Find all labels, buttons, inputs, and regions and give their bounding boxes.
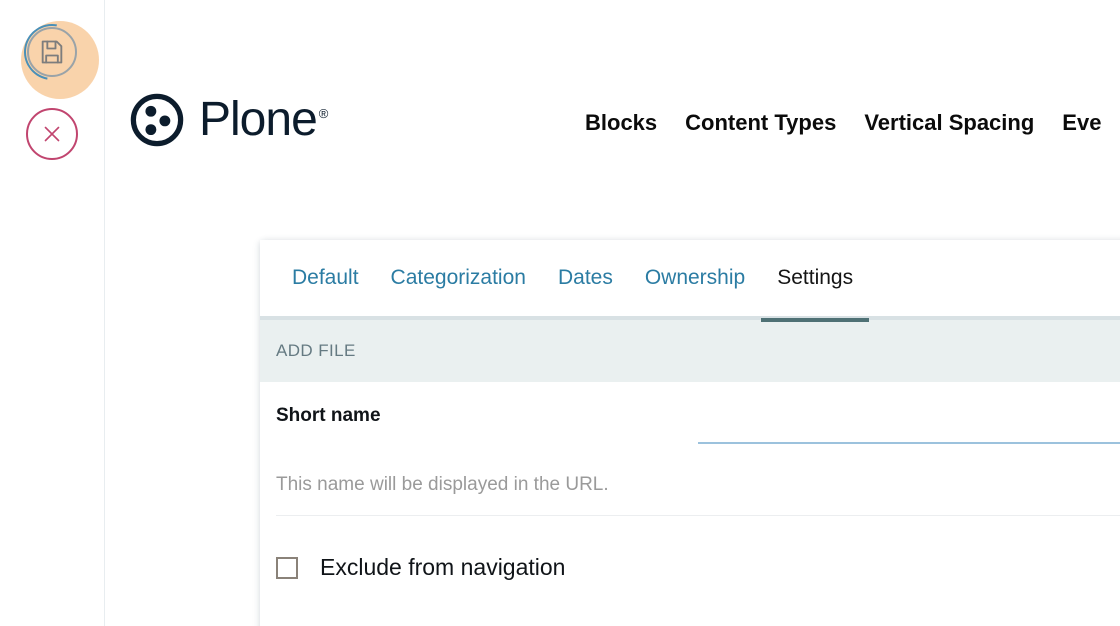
main-navigation: Blocks Content Types Vertical Spacing Ev… [585, 110, 1101, 136]
tab-dates[interactable]: Dates [542, 238, 629, 318]
plone-logo-icon [130, 93, 184, 147]
section-title: ADD FILE [276, 341, 356, 360]
field-exclude-from-navigation: Exclude from navigation [276, 516, 1120, 581]
short-name-help: This name will be displayed in the URL. [276, 473, 609, 495]
tab-settings[interactable]: Settings [761, 238, 870, 322]
exclude-from-navigation-checkbox[interactable] [276, 556, 298, 579]
logo-wordmark: Plone ® [199, 96, 328, 144]
exclude-from-navigation-label[interactable]: Exclude from navigation [320, 554, 565, 581]
form-tabs: Default Categorization Dates Ownership S… [260, 238, 1120, 322]
close-icon [26, 108, 78, 160]
save-icon [26, 26, 78, 78]
tab-ownership[interactable]: Ownership [629, 238, 761, 318]
save-button[interactable] [13, 13, 99, 99]
nav-item-content-types[interactable]: Content Types [685, 110, 836, 136]
short-name-input[interactable] [698, 408, 1120, 444]
section-header: ADD FILE [260, 320, 1120, 382]
nav-item-vertical-spacing[interactable]: Vertical Spacing [864, 110, 1034, 136]
nav-item-events[interactable]: Eve [1062, 110, 1101, 136]
app-root: Plone ® Blocks Content Types Vertical Spa… [0, 0, 1120, 626]
site-header: Plone ® Blocks Content Types Vertical Spa… [105, 0, 1120, 212]
trademark-symbol: ® [318, 106, 329, 121]
left-toolbar [0, 0, 105, 626]
tab-default[interactable]: Default [276, 238, 375, 318]
add-file-form-panel: Default Categorization Dates Ownership S… [260, 240, 1120, 626]
cancel-button[interactable] [26, 108, 78, 160]
site-logo[interactable]: Plone ® [129, 92, 328, 148]
tab-categorization[interactable]: Categorization [375, 238, 542, 318]
logo-wordmark-text: Plone [199, 93, 318, 146]
nav-item-blocks[interactable]: Blocks [585, 110, 657, 136]
form-body: Short name This name will be displayed i… [260, 382, 1120, 582]
field-short-name: Short name This name will be displayed i… [276, 382, 1120, 517]
